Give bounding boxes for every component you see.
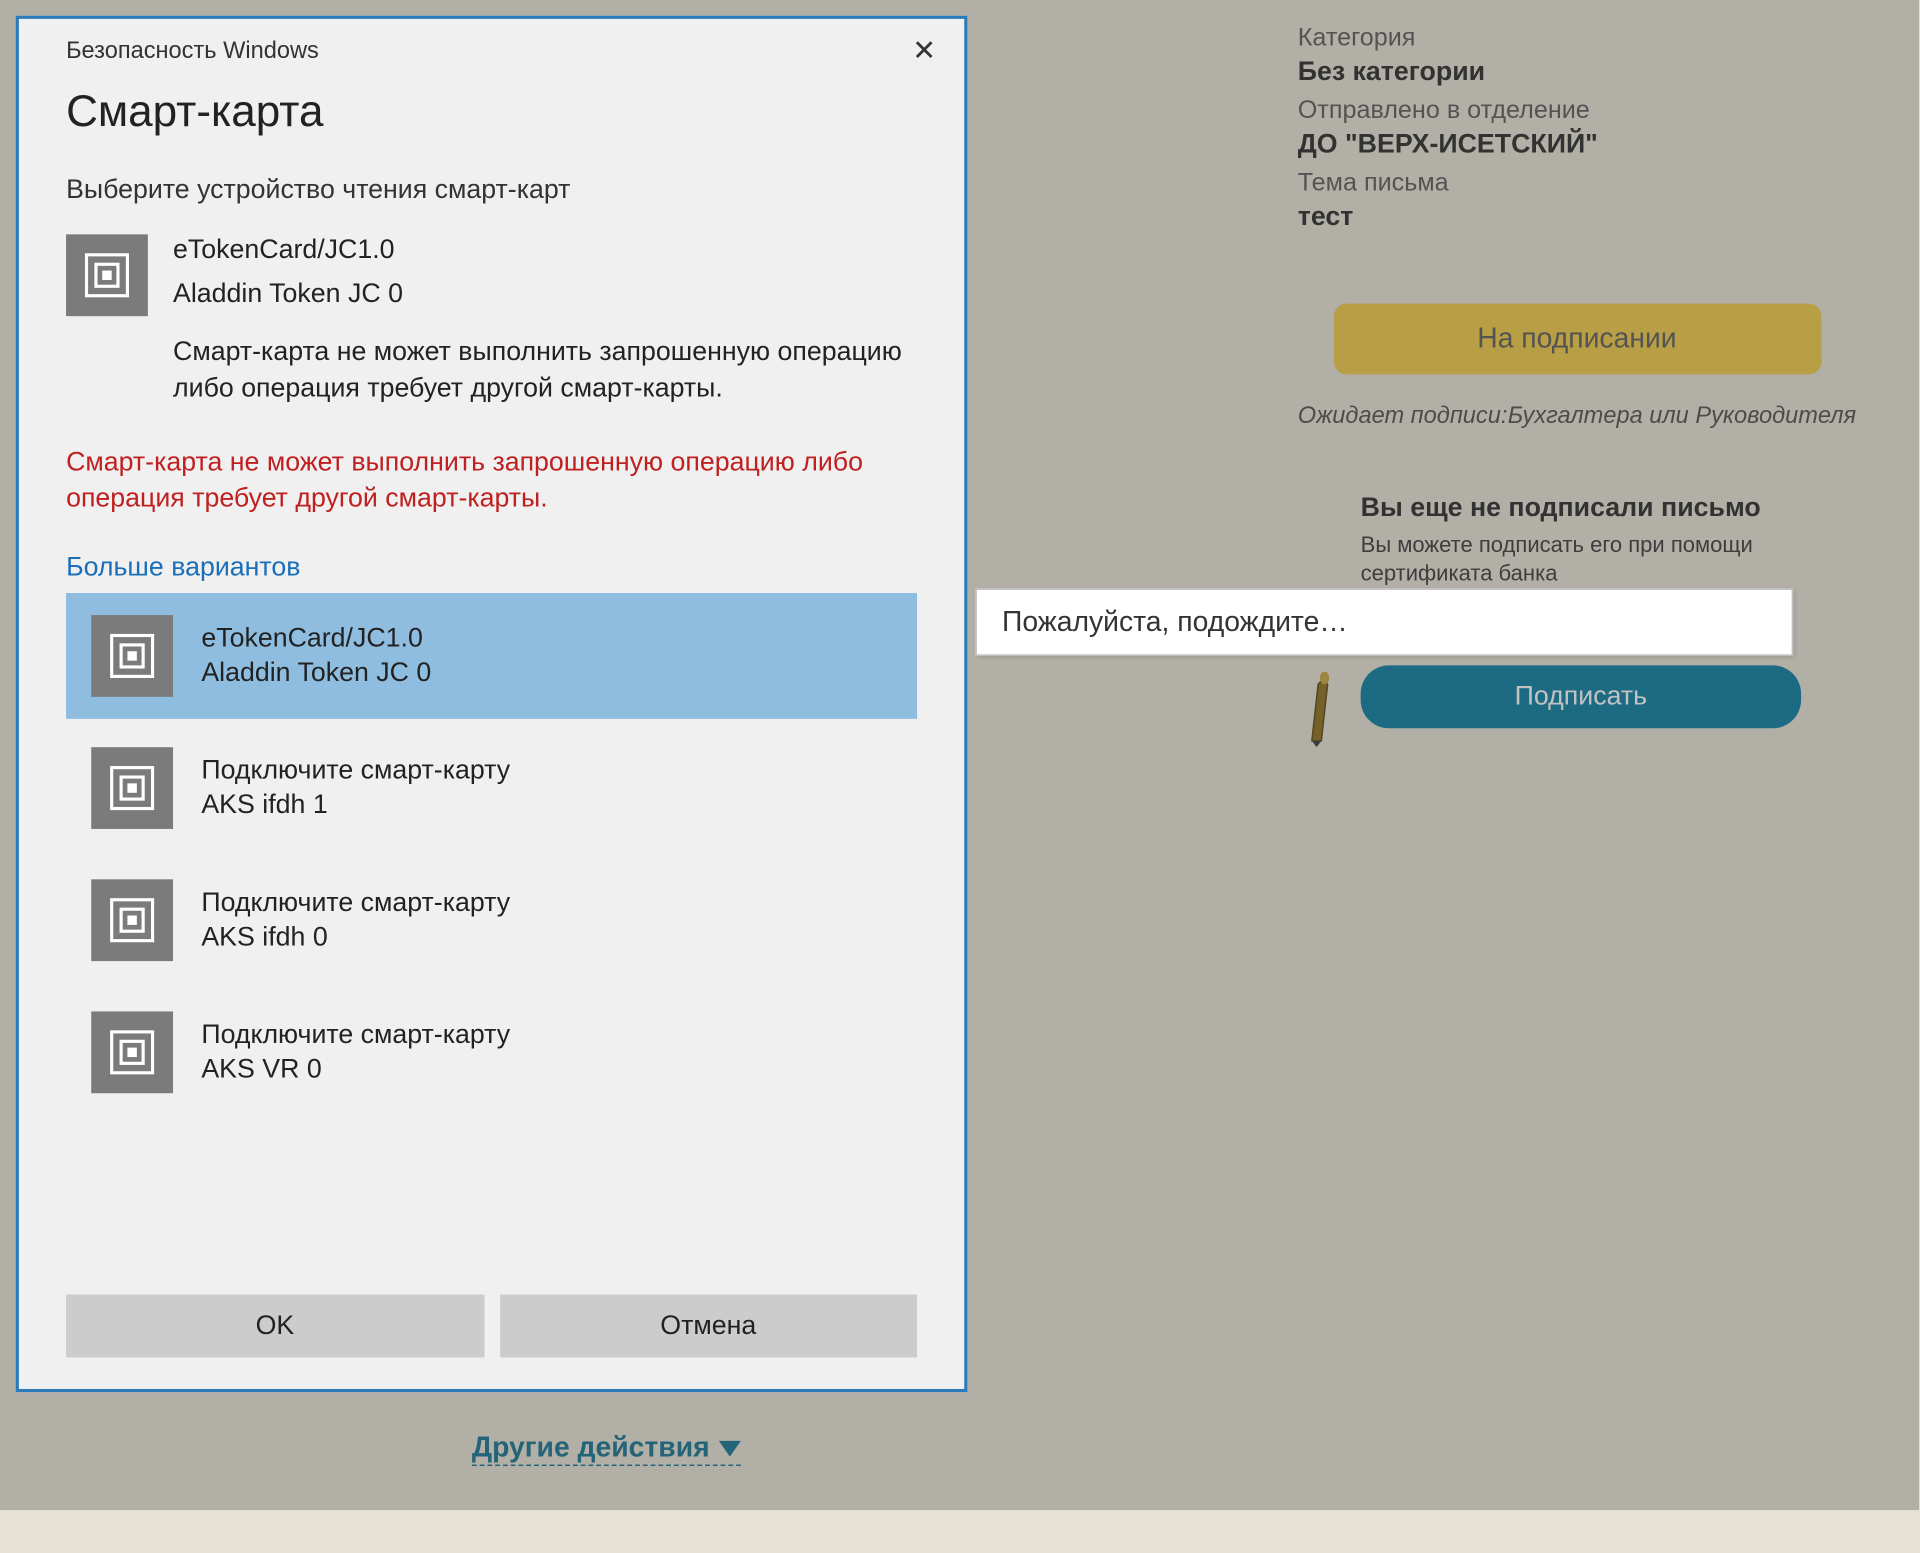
dialog-error: Смарт-карта не может выполнить запрошенн…	[19, 417, 964, 527]
reader-option-subtitle: AKS VR 0	[201, 1054, 510, 1085]
reader-option-title: Подключите смарт-карту	[201, 887, 510, 918]
current-reader-subtitle: Aladdin Token JC 0	[173, 278, 917, 309]
options-list: eTokenCard/JC1.0Aladdin Token JC 0 Подклю…	[19, 593, 964, 1122]
reader-option[interactable]: Подключите смарт-картуAKS ifdh 0	[66, 857, 917, 983]
close-icon: ✕	[912, 35, 936, 66]
reader-option-subtitle: AKS ifdh 1	[201, 789, 510, 820]
current-reader-warning: Смарт-карта не может выполнить запрошенн…	[173, 335, 917, 407]
reader-option[interactable]: Подключите смарт-картуAKS ifdh 1	[66, 725, 917, 851]
smartcard-icon	[91, 879, 173, 961]
reader-option-title: Подключите смарт-карту	[201, 1019, 510, 1050]
reader-option-subtitle: Aladdin Token JC 0	[201, 657, 431, 688]
wait-toast: Пожалуйста, подождите…	[975, 588, 1793, 656]
dialog-buttons: OK Отмена	[19, 1263, 964, 1389]
current-reader-text: eTokenCard/JC1.0 Aladdin Token JC 0 Смар…	[173, 234, 917, 407]
reader-option-title: Подключите смарт-карту	[201, 755, 510, 786]
ok-button[interactable]: OK	[66, 1295, 484, 1358]
more-options-link[interactable]: Больше вариантов	[19, 527, 964, 593]
smartcard-icon	[91, 747, 173, 829]
reader-option-text: Подключите смарт-карту AKS VR 0	[201, 1019, 510, 1085]
close-button[interactable]: ✕	[903, 31, 946, 70]
current-reader-title: eTokenCard/JC1.0	[173, 234, 917, 265]
smartcard-icon	[91, 615, 173, 697]
dialog-heading: Смарт-карта	[19, 77, 964, 153]
windows-security-dialog: Безопасность Windows ✕ Смарт-карта Выбер…	[16, 16, 968, 1392]
reader-option-text: Подключите смарт-картуAKS ifdh 0	[201, 887, 510, 953]
current-reader-row: eTokenCard/JC1.0 Aladdin Token JC 0 Смар…	[19, 222, 964, 417]
reader-option-text: eTokenCard/JC1.0Aladdin Token JC 0	[201, 623, 431, 689]
dialog-instruction: Выберите устройство чтения смарт-карт	[19, 153, 964, 222]
reader-option-subtitle: AKS ifdh 0	[201, 921, 510, 952]
reader-option[interactable]: eTokenCard/JC1.0Aladdin Token JC 0	[66, 593, 917, 719]
reader-option-title: eTokenCard/JC1.0	[201, 623, 431, 654]
smartcard-icon	[91, 1011, 173, 1093]
cancel-button[interactable]: Отмена	[499, 1295, 917, 1358]
dialog-titlebar: Безопасность Windows ✕	[19, 19, 964, 77]
reader-option-text: Подключите смарт-картуAKS ifdh 1	[201, 755, 510, 821]
dialog-titlebar-text: Безопасность Windows	[66, 38, 319, 65]
reader-option[interactable]: Подключите смарт-карту AKS VR 0	[66, 989, 917, 1115]
smartcard-icon	[66, 234, 148, 316]
